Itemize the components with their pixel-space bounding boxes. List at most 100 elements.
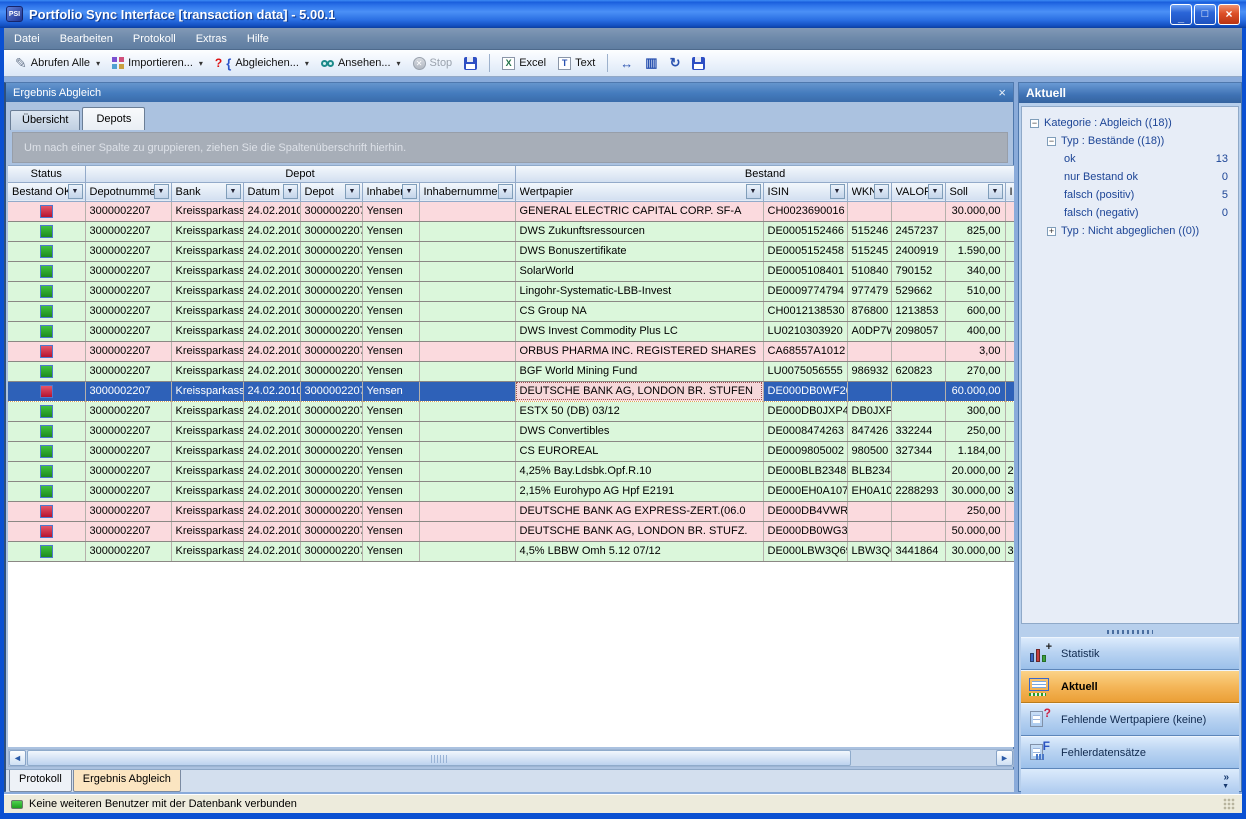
grid-cell[interactable] (8, 261, 85, 281)
grid-cell[interactable]: Yensen (362, 261, 419, 281)
column-header[interactable]: Depot▼ (300, 182, 362, 201)
ansehen-button[interactable]: Ansehen... ▾ (316, 55, 406, 71)
grid-cell[interactable] (1005, 201, 1014, 221)
importieren-button[interactable]: Importieren... ▾ (107, 55, 208, 71)
grid-cell[interactable]: DE000BLB2348 (763, 461, 847, 481)
grid-cell[interactable]: LBW3Q6 (847, 541, 891, 561)
grid-cell[interactable] (847, 501, 891, 521)
menu-hilfe[interactable]: Hilfe (237, 30, 279, 48)
grid-cell[interactable]: Yensen (362, 521, 419, 541)
grid-cell[interactable]: 3000002207 (85, 361, 171, 381)
grid-cell[interactable] (419, 361, 515, 381)
grid-cell[interactable]: 3000002207 (300, 381, 362, 401)
grid-cell[interactable] (419, 321, 515, 341)
grid-cell[interactable]: 332244 (891, 421, 945, 441)
grid-cell[interactable]: Kreissparkasse (171, 541, 243, 561)
grid-cell[interactable]: Kreissparkasse (171, 361, 243, 381)
grid-cell[interactable]: DE0009805002 (763, 441, 847, 461)
grid-cell[interactable] (847, 201, 891, 221)
grid-cell[interactable]: 3000002207 (300, 521, 362, 541)
fit-width-button[interactable]: ↔ (615, 54, 638, 73)
abgleichen-button[interactable]: ?{ Abgleichen... ▾ (210, 54, 314, 73)
grid-cell[interactable]: Kreissparkasse (171, 201, 243, 221)
grid-cell[interactable]: 2098057 (891, 321, 945, 341)
grid-cell[interactable]: Kreissparkasse (171, 421, 243, 441)
grid-cell[interactable] (419, 301, 515, 321)
grid-cell[interactable]: 620823 (891, 361, 945, 381)
stop-button[interactable]: ✕ Stop (408, 55, 458, 72)
nav-overflow[interactable]: » ▼ (1021, 769, 1239, 795)
grid-cell[interactable] (1005, 441, 1014, 461)
filter-dropdown-icon[interactable]: ▼ (345, 184, 360, 199)
grid-cell[interactable] (891, 381, 945, 401)
grid-cell[interactable] (419, 481, 515, 501)
grid-cell[interactable]: 3000002207 (85, 461, 171, 481)
grid-cell[interactable] (8, 341, 85, 361)
grid-cell[interactable]: DB0JXP (847, 401, 891, 421)
grid-cell[interactable]: EH0A10 (847, 481, 891, 501)
table-row[interactable]: 3000002207Kreissparkasse24.02.2010300000… (8, 201, 1014, 221)
grid-cell[interactable]: DWS Invest Commodity Plus LC (515, 321, 763, 341)
grid-cell[interactable]: DE0005152458 (763, 241, 847, 261)
grid-cell[interactable] (8, 361, 85, 381)
minimize-button[interactable]: _ (1170, 4, 1192, 25)
filter-dropdown-icon[interactable]: ▼ (402, 184, 417, 199)
grid-cell[interactable]: 30.000,00 (945, 541, 1005, 561)
grid-cell[interactable] (8, 241, 85, 261)
grid-cell[interactable]: 2,15% Eurohypo AG Hpf E2191 (515, 481, 763, 501)
grid-cell[interactable] (847, 341, 891, 361)
grid-cell[interactable]: 400,00 (945, 321, 1005, 341)
grid-cell[interactable]: 3000002207 (85, 261, 171, 281)
grid-cell[interactable] (8, 381, 85, 401)
grid-cell[interactable]: Kreissparkasse (171, 281, 243, 301)
grid-cell[interactable]: 3000002207 (300, 541, 362, 561)
grid-cell[interactable]: 24.02.2010 (243, 541, 300, 561)
table-row[interactable]: 3000002207Kreissparkasse24.02.2010300000… (8, 481, 1014, 501)
grid-cell[interactable]: 3000002207 (300, 461, 362, 481)
tree-item[interactable]: −Typ : Bestände ((18)) (1022, 132, 1238, 150)
grid-cell[interactable] (1005, 301, 1014, 321)
grid-cell[interactable] (419, 341, 515, 361)
tree-item[interactable]: falsch (negativ)0 (1022, 204, 1238, 222)
grid-cell[interactable]: 30.000,00 (945, 201, 1005, 221)
grid-cell[interactable]: Yensen (362, 541, 419, 561)
grid-cell[interactable] (419, 401, 515, 421)
grid-cell[interactable]: A0DP7W (847, 321, 891, 341)
table-row[interactable]: 3000002207Kreissparkasse24.02.2010300000… (8, 241, 1014, 261)
filter-dropdown-icon[interactable]: ▼ (746, 184, 761, 199)
grid-cell[interactable]: 3000002207 (300, 281, 362, 301)
table-row[interactable]: 3000002207Kreissparkasse24.02.2010300000… (8, 261, 1014, 281)
grid-cell[interactable]: DEUTSCHE BANK AG EXPRESS-ZERT.(06.0 (515, 501, 763, 521)
grid-cell[interactable]: Yensen (362, 201, 419, 221)
grid-cell[interactable]: 876800 (847, 301, 891, 321)
grid-cell[interactable] (847, 521, 891, 541)
grid-cell[interactable]: CS EUROREAL (515, 441, 763, 461)
tree-item[interactable]: falsch (positiv)5 (1022, 186, 1238, 204)
save-button[interactable] (459, 55, 482, 72)
grid-cell[interactable]: 327344 (891, 441, 945, 461)
table-row[interactable]: 3000002207Kreissparkasse24.02.2010300000… (8, 521, 1014, 541)
grid-cell[interactable]: Yensen (362, 221, 419, 241)
grid-cell[interactable]: 3000002207 (300, 261, 362, 281)
abrufen-alle-button[interactable]: ✎ Abrufen Alle ▾ (10, 55, 105, 71)
grid-cell[interactable]: 24.02.2010 (243, 241, 300, 261)
grid-cell[interactable]: 3000002207 (85, 221, 171, 241)
grid-cell[interactable]: 3000002207 (85, 301, 171, 321)
tab-depots[interactable]: Depots (82, 107, 145, 130)
grid-cell[interactable]: 1.184,00 (945, 441, 1005, 461)
grid-cell[interactable]: 300,00 (945, 401, 1005, 421)
grid-cell[interactable] (8, 501, 85, 521)
grid-cell[interactable]: Yensen (362, 441, 419, 461)
grid-cell[interactable]: CH0012138530 (763, 301, 847, 321)
grid-cell[interactable]: 980500 (847, 441, 891, 461)
grid-cell[interactable] (1005, 241, 1014, 261)
grid-cell[interactable]: DE0009774794 (763, 281, 847, 301)
column-header[interactable]: Soll▼ (945, 182, 1005, 201)
panel-close-icon[interactable]: × (998, 86, 1006, 99)
grid-cell[interactable] (891, 521, 945, 541)
collapse-icon[interactable]: − (1047, 137, 1056, 146)
grid-cell[interactable] (8, 461, 85, 481)
table-row[interactable]: 3000002207Kreissparkasse24.02.2010300000… (8, 501, 1014, 521)
grid-cell[interactable] (1005, 401, 1014, 421)
grid-cell[interactable] (419, 461, 515, 481)
